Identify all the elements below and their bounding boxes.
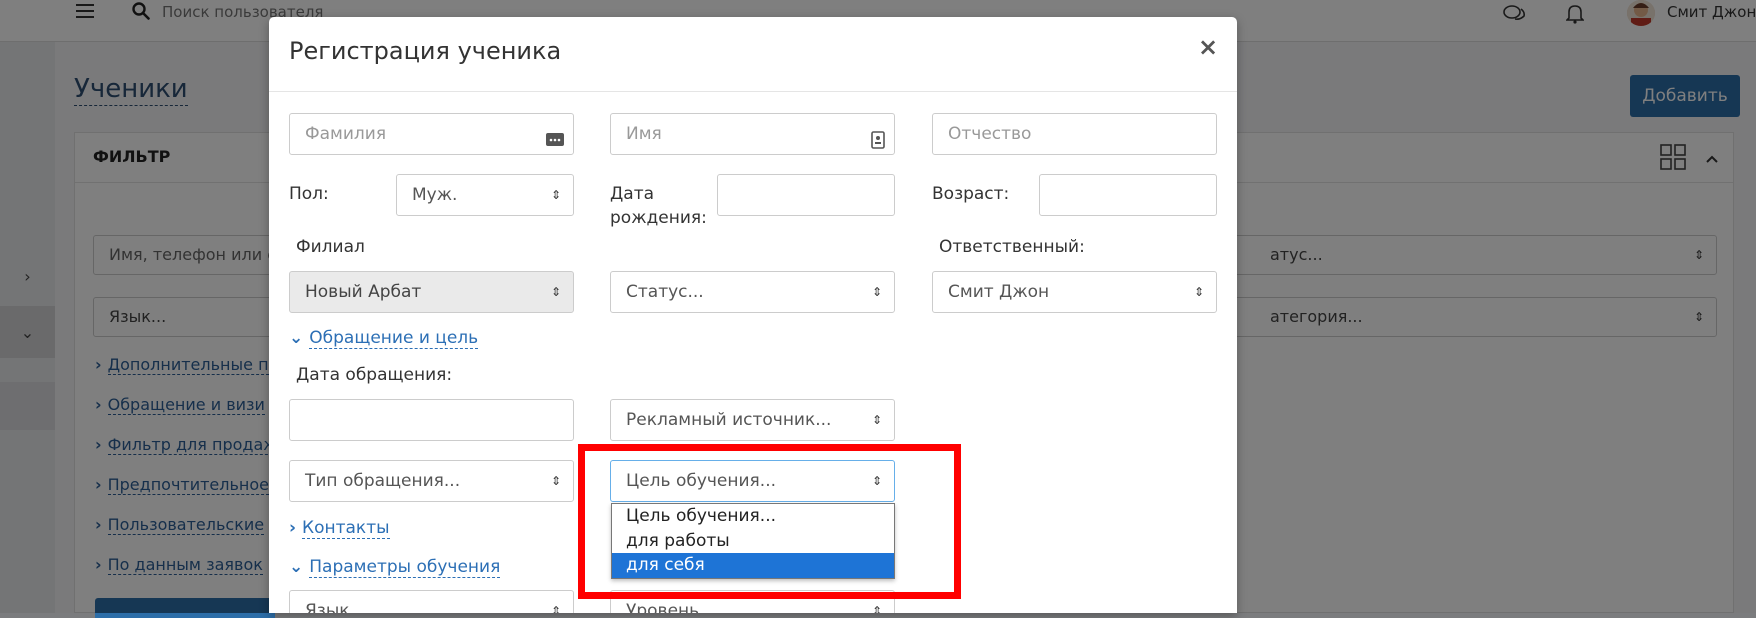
status-select[interactable]: Статус... ⇕: [610, 271, 895, 313]
section-toggle-contacts[interactable]: › Контакты: [289, 518, 390, 539]
select-arrow-icon: ⇕: [550, 604, 561, 613]
chevron-right-icon: ›: [289, 518, 297, 538]
password-manager-icon[interactable]: [545, 124, 565, 154]
section-toggle-params[interactable]: ⌄ Параметры обучения: [289, 557, 501, 578]
responsible-label: Ответственный:: [939, 237, 1085, 257]
chevron-down-icon: ⌄: [289, 328, 304, 348]
appeal-date-field[interactable]: [289, 399, 574, 441]
responsible-select[interactable]: Смит Джон ⇕: [932, 271, 1217, 313]
gender-label: Пол:: [289, 184, 329, 204]
appeal-date-label: Дата обращения:: [296, 365, 453, 385]
branch-select: Новый Арбат ⇕: [289, 271, 574, 313]
ad-source-select[interactable]: Рекламный источник... ⇕: [610, 399, 895, 441]
age-field[interactable]: [1039, 174, 1217, 216]
last-name-field[interactable]: Фамилия: [289, 113, 574, 155]
close-icon[interactable]: ×: [1198, 33, 1218, 61]
contact-card-icon[interactable]: [870, 124, 886, 154]
first-name-field[interactable]: Имя: [610, 113, 895, 155]
gender-select[interactable]: Муж. ⇕: [396, 174, 574, 216]
birth-date-field[interactable]: [717, 174, 895, 216]
chevron-down-icon: ⌄: [289, 557, 304, 577]
language-select[interactable]: Язык ⇕: [289, 590, 574, 613]
select-arrow-icon: ⇕: [871, 413, 882, 427]
section-toggle-appeal[interactable]: ⌄ Обращение и цель: [289, 328, 479, 349]
modal-header: Регистрация ученика ×: [269, 17, 1237, 92]
highlight-box: [578, 444, 961, 599]
select-arrow-icon: ⇕: [1193, 285, 1204, 299]
select-arrow-icon: ⇕: [550, 188, 561, 202]
modal-title: Регистрация ученика: [289, 37, 562, 65]
branch-label: Филиал: [296, 237, 365, 257]
appeal-type-select[interactable]: Тип обращения... ⇕: [289, 460, 574, 502]
select-arrow-icon: ⇕: [871, 285, 882, 299]
birth-date-label: Дата рождения:: [610, 184, 707, 228]
middle-name-field[interactable]: Отчество: [932, 113, 1217, 155]
age-label: Возраст:: [932, 184, 1010, 204]
select-arrow-icon: ⇕: [550, 285, 561, 299]
select-arrow-icon: ⇕: [550, 474, 561, 488]
